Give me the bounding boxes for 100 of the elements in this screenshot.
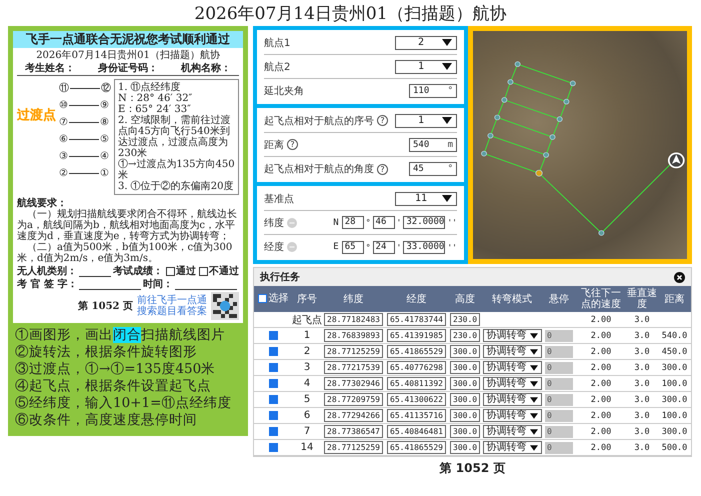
turn-mode-dropdown[interactable]: 协调转弯 <box>482 425 542 438</box>
checkbox[interactable] <box>258 294 266 302</box>
help-icon[interactable]: ? <box>377 164 388 175</box>
table-cell: 2.00 <box>576 392 626 408</box>
hover-field[interactable]: 0 <box>545 362 573 374</box>
turn-mode-dropdown[interactable]: 协调转弯 <box>482 345 542 358</box>
altitude-field[interactable]: 300.0 <box>450 425 480 438</box>
coordinate-field[interactable]: 28 <box>342 216 364 230</box>
table-cell: 3.0 <box>626 424 658 440</box>
turn-mode-dropdown[interactable]: 协调转弯 <box>482 409 542 422</box>
unit-label: ' <box>396 242 402 252</box>
longitude-field[interactable]: 65.40846481 <box>387 425 446 438</box>
checkbox[interactable] <box>166 267 175 276</box>
hover-field[interactable]: 0 <box>545 442 573 454</box>
latitude-field[interactable]: 28.77209759 <box>324 393 383 406</box>
coordinate-field[interactable]: 46 <box>372 216 395 230</box>
dropdown[interactable]: 11 <box>395 192 457 206</box>
checkbox[interactable] <box>268 442 278 452</box>
turn-mode-dropdown[interactable]: 协调转弯 <box>482 361 542 374</box>
hover-field[interactable]: 0 <box>545 330 573 342</box>
hover-field[interactable]: 0 <box>545 378 573 390</box>
panel-title: 执行任务 <box>260 270 300 284</box>
checkbox[interactable] <box>268 394 278 404</box>
latitude-field[interactable]: 28.77217539 <box>324 361 383 374</box>
longitude-field[interactable]: 65.41300622 <box>387 393 446 406</box>
longitude-field[interactable]: 65.41783744 <box>387 313 446 326</box>
table-cell: 3.0 <box>626 440 658 456</box>
hover-field[interactable]: 0 <box>545 426 573 438</box>
table-cell: 2.00 <box>576 408 626 424</box>
number-field[interactable]: 110 ° <box>409 84 457 98</box>
turn-mode-dropdown[interactable]: 协调转弯 <box>482 441 542 454</box>
waypoint-number: ⑦ <box>59 117 68 128</box>
waypoint-number: ⑪ <box>59 83 69 94</box>
latitude-field[interactable]: 28.77125259 <box>324 345 383 358</box>
longitude-field[interactable]: 65.41865529 <box>387 345 446 358</box>
hover-field[interactable]: 0 <box>545 346 573 358</box>
field-label: 基准点 <box>264 192 294 206</box>
altitude-field[interactable]: 300.0 <box>450 409 480 422</box>
altitude-field[interactable]: 300.0 <box>450 361 480 374</box>
caret-icon <box>442 195 452 202</box>
banner: 飞手一点通联合无泥祝您考试顺利通过 <box>13 31 243 48</box>
turn-mode-dropdown[interactable]: 协调转弯 <box>482 329 542 342</box>
number-field[interactable]: 45 ° <box>409 162 457 176</box>
altitude-field[interactable]: 300.0 <box>450 393 480 406</box>
table-cell: 2.00 <box>576 360 626 376</box>
altitude-field[interactable]: 230.0 <box>450 329 480 342</box>
toggle-icon[interactable] <box>287 242 297 252</box>
caret-icon <box>530 348 538 354</box>
altitude-field[interactable]: 300.0 <box>450 441 480 454</box>
option-label: 通过 <box>176 266 196 278</box>
longitude-field[interactable]: 65.40776298 <box>387 361 446 374</box>
location-marker-icon[interactable] <box>668 152 685 168</box>
checkbox[interactable] <box>268 378 278 388</box>
checkbox[interactable] <box>268 346 278 356</box>
turn-mode-dropdown[interactable]: 协调转弯 <box>482 393 542 406</box>
note-line: 3. ①位于②的东偏南20度 <box>118 181 234 192</box>
hemisphere-label: E <box>333 242 339 252</box>
turn-mode-dropdown[interactable]: 协调转弯 <box>482 377 542 390</box>
dropdown[interactable]: 1 <box>395 114 457 128</box>
coordinate-field[interactable]: 33.0000 <box>403 240 446 254</box>
altitude-field[interactable]: 230.0 <box>450 313 480 326</box>
checkbox[interactable] <box>268 426 278 436</box>
longitude-field[interactable]: 65.41135716 <box>387 409 446 422</box>
latitude-field[interactable]: 28.77386547 <box>324 425 383 438</box>
number-field[interactable]: 540 m <box>409 138 457 152</box>
help-icon[interactable]: ? <box>377 115 388 126</box>
form-label: 考 官 签 字： <box>17 279 78 290</box>
latitude-field[interactable]: 28.77294266 <box>324 409 383 422</box>
latitude-field[interactable]: 28.76839893 <box>324 329 383 342</box>
hover-field[interactable]: 0 <box>545 410 573 422</box>
longitude-field[interactable]: 65.41391985 <box>387 329 446 342</box>
dropdown[interactable]: 2 <box>395 36 457 50</box>
field-label: 纬度 <box>264 216 284 230</box>
coordinate-field[interactable]: 24 <box>372 240 395 254</box>
table-cell: 1 <box>292 328 322 344</box>
latitude-field[interactable]: 28.77125259 <box>324 441 383 454</box>
caret-icon <box>442 63 452 70</box>
altitude-field[interactable]: 300.0 <box>450 345 480 358</box>
latitude-field[interactable]: 28.77182483 <box>324 313 383 326</box>
altitude-field[interactable]: 300.0 <box>450 377 480 390</box>
checkbox[interactable] <box>268 410 278 420</box>
caret-icon <box>530 396 538 402</box>
connector-line <box>69 173 99 174</box>
checkbox[interactable] <box>199 267 208 276</box>
longitude-field[interactable]: 65.40811392 <box>387 377 446 390</box>
close-icon[interactable] <box>674 272 685 282</box>
table-cell: 4 <box>292 376 322 392</box>
help-icon[interactable]: ? <box>287 139 298 150</box>
latitude-field[interactable]: 28.77302946 <box>324 377 383 390</box>
coordinate-field[interactable]: 65 <box>342 240 364 254</box>
longitude-field[interactable]: 65.41865529 <box>387 441 446 454</box>
checkbox[interactable] <box>268 362 278 372</box>
toggle-icon[interactable] <box>287 218 297 228</box>
checkbox[interactable] <box>268 330 278 340</box>
coordinate-field[interactable]: 32.0000 <box>403 216 446 230</box>
table-cell: 300.0 <box>662 362 688 372</box>
requirement-text: （二）a值为500米，b值为100米，c值为300米，d值为2m/s，e值为3m/s。 <box>17 242 234 264</box>
table-cell: 3.0 <box>626 376 658 392</box>
hover-field[interactable]: 0 <box>545 394 573 406</box>
dropdown[interactable]: 1 <box>395 60 457 74</box>
